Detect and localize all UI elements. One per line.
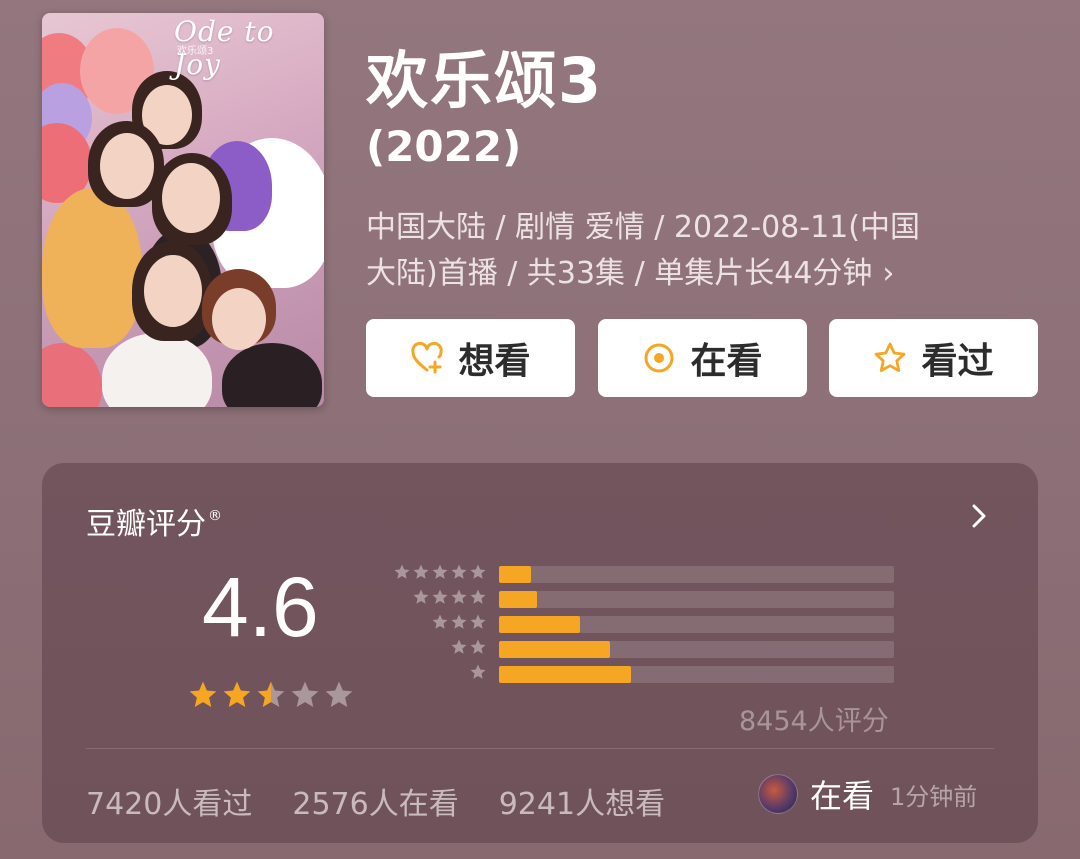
distribution-stars bbox=[450, 638, 487, 656]
page-title: 欢乐颂3 bbox=[366, 44, 604, 117]
stats-row: 7420人看过 2576人在看 9241人想看 bbox=[86, 779, 665, 823]
star-icon bbox=[451, 639, 467, 654]
star-icon bbox=[413, 589, 429, 604]
star-icon bbox=[432, 614, 448, 629]
distribution-stars bbox=[431, 613, 487, 631]
meta-line-2-wrap: 大陆)首播 / 共33集 / 单集片长44分钟 › bbox=[366, 251, 1026, 297]
star-icon bbox=[470, 589, 486, 604]
watching-button[interactable]: 在看 bbox=[598, 319, 807, 397]
star-icon bbox=[325, 681, 353, 707]
distribution-bar bbox=[499, 641, 610, 658]
distribution-track bbox=[499, 591, 894, 608]
distribution-track bbox=[499, 616, 894, 633]
poster-subtitle: 欢乐颂3 bbox=[177, 46, 214, 57]
star-icon bbox=[394, 564, 410, 579]
star-icon bbox=[451, 564, 467, 579]
star-icon bbox=[413, 564, 429, 579]
distribution-stars bbox=[469, 663, 487, 681]
watched-button[interactable]: 看过 bbox=[829, 319, 1038, 397]
poster-figure bbox=[162, 163, 220, 233]
star-icon bbox=[432, 564, 448, 579]
release-year: (2022) bbox=[366, 122, 522, 171]
chevron-right-icon[interactable] bbox=[968, 501, 990, 531]
star-icon bbox=[291, 681, 319, 707]
avatar[interactable] bbox=[758, 774, 798, 814]
star-icon bbox=[451, 614, 467, 629]
poster-balloon bbox=[42, 343, 102, 407]
meta-info[interactable]: 中国大陆 / 剧情 爱情 / 2022-08-11(中国 大陆)首播 / 共33… bbox=[366, 205, 1026, 297]
want-to-watch-label: 想看 bbox=[458, 341, 531, 382]
want-to-watch-button[interactable]: 想看 bbox=[366, 319, 575, 397]
rating-score: 4.6 bbox=[202, 560, 319, 654]
star-icon bbox=[432, 589, 448, 604]
meta-line-2: 大陆)首播 / 共33集 / 单集片长44分钟 bbox=[366, 256, 873, 291]
distribution-track bbox=[499, 641, 894, 658]
movie-detail-page: Ode to Joy 欢乐颂3 欢乐颂3 (2022) 中国大陆 / 剧情 爱情… bbox=[0, 0, 1080, 859]
poster-figure bbox=[212, 288, 266, 350]
poster-image[interactable]: Ode to Joy 欢乐颂3 bbox=[42, 13, 324, 407]
star-icon bbox=[470, 564, 486, 579]
star-icon bbox=[189, 681, 217, 707]
distribution-stars bbox=[412, 588, 487, 606]
distribution-bar bbox=[499, 591, 537, 608]
activity-status: 在看 bbox=[810, 777, 875, 815]
divider bbox=[86, 748, 994, 749]
distribution-row-3-star bbox=[387, 613, 897, 633]
rating-label: 豆瓣评分 ® bbox=[86, 499, 222, 543]
heart-plus-icon bbox=[411, 341, 444, 374]
star-icon bbox=[470, 614, 486, 629]
distribution-bar bbox=[499, 566, 531, 583]
star-icon bbox=[223, 681, 251, 707]
rating-count: 8454人评分 bbox=[739, 706, 889, 737]
want-count[interactable]: 9241人想看 bbox=[499, 779, 665, 823]
score-stars bbox=[187, 679, 355, 711]
distribution-stars bbox=[393, 563, 487, 581]
star-icon bbox=[470, 664, 486, 679]
meta-line-1: 中国大陆 / 剧情 爱情 / 2022-08-11(中国 bbox=[366, 210, 920, 245]
star-outline-icon bbox=[875, 342, 906, 372]
poster-figure bbox=[222, 343, 322, 407]
distribution-row-2-star bbox=[387, 638, 897, 658]
distribution-row-4-star bbox=[387, 588, 897, 608]
distribution-row-5-star bbox=[387, 563, 897, 583]
registered-mark: ® bbox=[208, 508, 222, 524]
star-icon bbox=[470, 639, 486, 654]
distribution-bar bbox=[499, 616, 580, 633]
friend-activity[interactable]: 在看 1分钟前 bbox=[758, 771, 977, 817]
target-icon bbox=[644, 343, 674, 373]
rating-card[interactable]: 豆瓣评分 ® 4.6 8454人评分 7420人看过 2576人在看 9241人想… bbox=[42, 463, 1038, 843]
watched-count[interactable]: 7420人看过 bbox=[86, 779, 252, 823]
chevron-right-icon: › bbox=[882, 256, 895, 291]
poster-figure bbox=[144, 255, 202, 327]
distribution-track bbox=[499, 566, 894, 583]
watching-label: 在看 bbox=[690, 341, 763, 382]
star-icon bbox=[451, 589, 467, 604]
distribution-track bbox=[499, 666, 894, 683]
watching-count[interactable]: 2576人在看 bbox=[292, 779, 458, 823]
star-icon bbox=[257, 681, 285, 707]
distribution-row-1-star bbox=[387, 663, 897, 683]
poster-figure bbox=[100, 133, 154, 199]
watched-label: 看过 bbox=[921, 341, 994, 382]
distribution-bar bbox=[499, 666, 632, 683]
rating-label-text: 豆瓣评分 bbox=[86, 507, 206, 542]
activity-time: 1分钟前 bbox=[890, 782, 978, 811]
poster-figure bbox=[42, 188, 142, 348]
